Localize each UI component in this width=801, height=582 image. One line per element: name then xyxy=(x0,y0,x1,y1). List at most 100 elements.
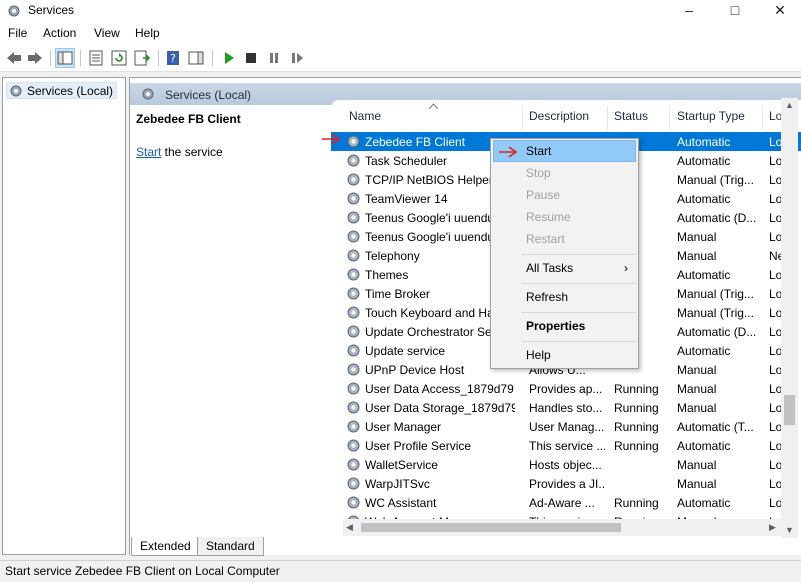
title-bar: Services – □ ✕ xyxy=(0,0,801,22)
stop-service-icon[interactable] xyxy=(242,49,260,67)
start-service-icon[interactable] xyxy=(220,49,238,67)
table-row[interactable]: User Data Access_1879d79 Provides ap... Ru… xyxy=(331,379,801,398)
scroll-right-arrow-icon[interactable]: ▶ xyxy=(769,522,776,533)
cell-startup-type: Manual xyxy=(677,382,717,396)
tree-node-services-local[interactable]: Services (Local) xyxy=(6,82,118,99)
svg-text:?: ? xyxy=(170,52,176,65)
menu-item-refresh[interactable]: Refresh xyxy=(493,286,636,308)
service-gear-icon xyxy=(346,495,361,510)
table-row[interactable]: WarpJITSvc Provides a JI... Manual Lo xyxy=(331,474,801,493)
cell-startup-type: Automatic xyxy=(677,344,731,358)
column-header-startup-type[interactable]: Startup Type xyxy=(677,109,745,131)
cell-description: Provides a JI... xyxy=(529,477,605,491)
cell-description: Handles sto... xyxy=(529,401,603,415)
menu-item-restart-label: Restart xyxy=(526,232,565,246)
service-gear-icon xyxy=(346,248,361,263)
horizontal-scroll-thumb[interactable] xyxy=(361,523,621,532)
cell-startup-type: Automatic xyxy=(677,154,731,168)
start-link-suffix: the service xyxy=(161,145,223,159)
close-button[interactable]: ✕ xyxy=(757,0,801,22)
scroll-up-arrow-icon[interactable]: ▲ xyxy=(785,100,794,110)
cell-startup-type: Automatic xyxy=(677,439,731,453)
vertical-scrollbar[interactable]: ▲ ▼ xyxy=(781,98,798,538)
cell-startup-type: Manual (Trig... xyxy=(677,173,754,187)
show-action-pane-icon[interactable] xyxy=(187,49,205,67)
table-row[interactable]: User Data Storage_1879d79 Handles sto... R… xyxy=(331,398,801,417)
cell-name: User Manager xyxy=(365,420,442,434)
service-gear-icon xyxy=(346,381,361,396)
menu-item-all-tasks[interactable]: All Tasks › xyxy=(493,257,636,279)
vertical-scroll-thumb[interactable] xyxy=(784,395,795,425)
context-menu: Start Stop Pause Resume Restart All Task… xyxy=(490,138,639,369)
restart-service-icon[interactable] xyxy=(288,49,306,67)
menu-file[interactable]: File xyxy=(8,26,27,40)
menu-item-stop[interactable]: Stop xyxy=(493,162,636,184)
tab-standard[interactable]: Standard xyxy=(197,537,264,556)
column-header-status[interactable]: Status xyxy=(614,109,648,131)
cell-startup-type: Automatic xyxy=(677,135,731,149)
service-gear-icon xyxy=(346,457,361,472)
scroll-down-arrow-icon[interactable]: ▼ xyxy=(785,525,794,535)
pane-header-title: Services (Local) xyxy=(165,88,252,102)
refresh-icon[interactable] xyxy=(110,49,128,67)
column-header-description[interactable]: Description xyxy=(529,109,589,131)
column-header-name[interactable]: Name xyxy=(349,109,381,131)
properties-sheet-icon[interactable] xyxy=(87,49,105,67)
menu-item-refresh-label: Refresh xyxy=(526,290,569,304)
menu-view[interactable]: View xyxy=(94,26,120,40)
submenu-chevron-icon: › xyxy=(624,261,628,275)
cell-status: Running xyxy=(614,496,659,510)
forward-arrow-icon[interactable] xyxy=(26,49,44,67)
menu-action[interactable]: Action xyxy=(43,26,76,40)
menu-item-resume[interactable]: Resume xyxy=(493,206,636,228)
window-title: Services xyxy=(28,3,75,17)
menu-item-pause[interactable]: Pause xyxy=(493,184,636,206)
service-gear-icon xyxy=(346,400,361,415)
pause-service-icon[interactable] xyxy=(265,49,283,67)
tab-extended[interactable]: Extended xyxy=(131,537,200,556)
services-gear-icon xyxy=(10,85,22,97)
menu-item-restart[interactable]: Restart xyxy=(493,228,636,250)
show-console-tree-icon[interactable] xyxy=(55,48,75,68)
table-row[interactable]: WC Assistant Ad-Aware ... Running Automatic… xyxy=(331,493,801,512)
cell-startup-type: Manual (Trig... xyxy=(677,287,754,301)
tab-standard-label: Standard xyxy=(206,539,255,553)
cell-name: User Profile Service xyxy=(365,439,472,453)
service-gear-icon xyxy=(346,419,361,434)
services-gear-icon xyxy=(142,88,154,100)
menu-item-help[interactable]: Help xyxy=(493,344,636,366)
cell-startup-type: Manual xyxy=(677,458,717,472)
console-tree: Services (Local) xyxy=(2,77,126,555)
horizontal-scrollbar[interactable]: ◀ ▶ xyxy=(343,519,781,536)
menu-item-properties[interactable]: Properties xyxy=(493,315,636,337)
service-gear-icon xyxy=(346,267,361,282)
cell-description: Ad-Aware ... xyxy=(529,496,595,510)
start-service-action: Start the service xyxy=(136,145,223,159)
export-list-icon[interactable] xyxy=(133,49,151,67)
minimize-button[interactable]: – xyxy=(666,0,712,22)
start-link[interactable]: Start xyxy=(136,145,161,159)
cell-name: WalletService xyxy=(365,458,438,472)
cell-startup-type: Manual xyxy=(677,230,717,244)
toolbar: ? xyxy=(0,44,801,72)
cell-description: Provides ap... xyxy=(529,382,603,396)
help-icon[interactable]: ? xyxy=(164,49,182,67)
service-gear-icon xyxy=(346,172,361,187)
menu-item-resume-label: Resume xyxy=(526,210,571,224)
cell-status: Running xyxy=(614,382,659,396)
maximize-button[interactable]: □ xyxy=(712,0,758,22)
tree-node-label: Services (Local) xyxy=(27,84,114,98)
menu-help[interactable]: Help xyxy=(135,26,160,40)
table-row[interactable]: WalletService Hosts objec... Manual Lo xyxy=(331,455,801,474)
cell-startup-type: Automatic (D... xyxy=(677,325,757,339)
table-row[interactable]: User Manager User Manag... Running Automati… xyxy=(331,417,801,436)
cell-startup-type: Manual xyxy=(677,363,717,377)
service-gear-icon xyxy=(346,286,361,301)
back-arrow-icon[interactable] xyxy=(5,49,23,67)
table-row[interactable]: User Profile Service This service ... Runn… xyxy=(331,436,801,455)
services-gear-icon xyxy=(8,5,20,17)
cell-status: Running xyxy=(614,439,659,453)
scroll-left-arrow-icon[interactable]: ◀ xyxy=(346,522,353,533)
service-gear-icon xyxy=(346,362,361,377)
cell-startup-type: Automatic xyxy=(677,192,731,206)
